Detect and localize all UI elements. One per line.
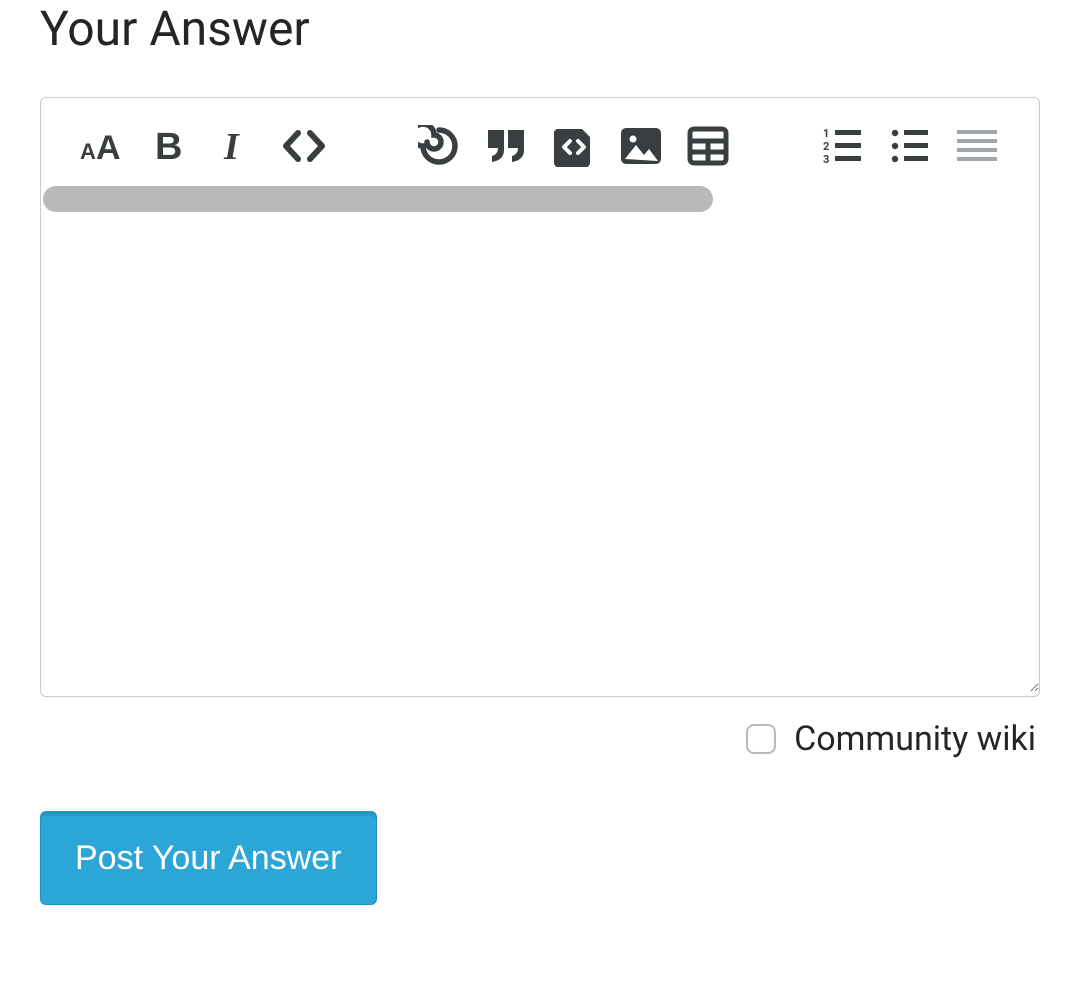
svg-text:3: 3 [823,153,829,165]
inline-code-button[interactable] [271,116,338,176]
table-icon [687,126,729,166]
ordered-list-icon: 1 2 3 [823,127,863,165]
code-block-button[interactable] [540,116,607,176]
editor-toolbar: A A B I [41,98,1039,184]
page-title: Your Answer [40,0,1040,57]
post-answer-button[interactable]: Post Your Answer [40,811,377,905]
ordered-list-button[interactable]: 1 2 3 [809,116,876,176]
svg-text:1: 1 [823,127,829,140]
community-wiki-checkbox[interactable] [746,724,776,754]
horizontal-rule-icon [957,128,997,164]
inline-code-icon [282,127,326,165]
horizontal-rule-button[interactable] [944,116,1011,176]
unordered-list-icon [890,127,930,165]
quote-icon [485,127,527,165]
unordered-list-button[interactable] [876,116,943,176]
code-block-icon [554,125,594,167]
community-wiki-row: Community wiki [40,697,1040,759]
bold-button[interactable]: B [136,116,203,176]
heading-button[interactable]: A A [69,116,136,176]
italic-icon: I [220,127,254,165]
svg-text:I: I [223,127,240,165]
svg-text:A: A [96,129,121,165]
table-button[interactable] [675,116,742,176]
editor-cursor-highlight [43,186,713,212]
link-button[interactable] [405,116,472,176]
answer-textarea[interactable] [41,212,1039,692]
heading-icon: A A [80,127,126,165]
svg-text:B: B [155,127,182,165]
image-button[interactable] [607,116,674,176]
community-wiki-label: Community wiki [794,719,1036,759]
editor-container: A A B I [40,97,1040,697]
link-icon [418,125,460,167]
image-icon [620,127,662,165]
svg-text:A: A [80,139,96,164]
bold-icon: B [153,127,187,165]
italic-button[interactable]: I [204,116,271,176]
svg-text:2: 2 [823,140,829,153]
quote-button[interactable] [473,116,540,176]
